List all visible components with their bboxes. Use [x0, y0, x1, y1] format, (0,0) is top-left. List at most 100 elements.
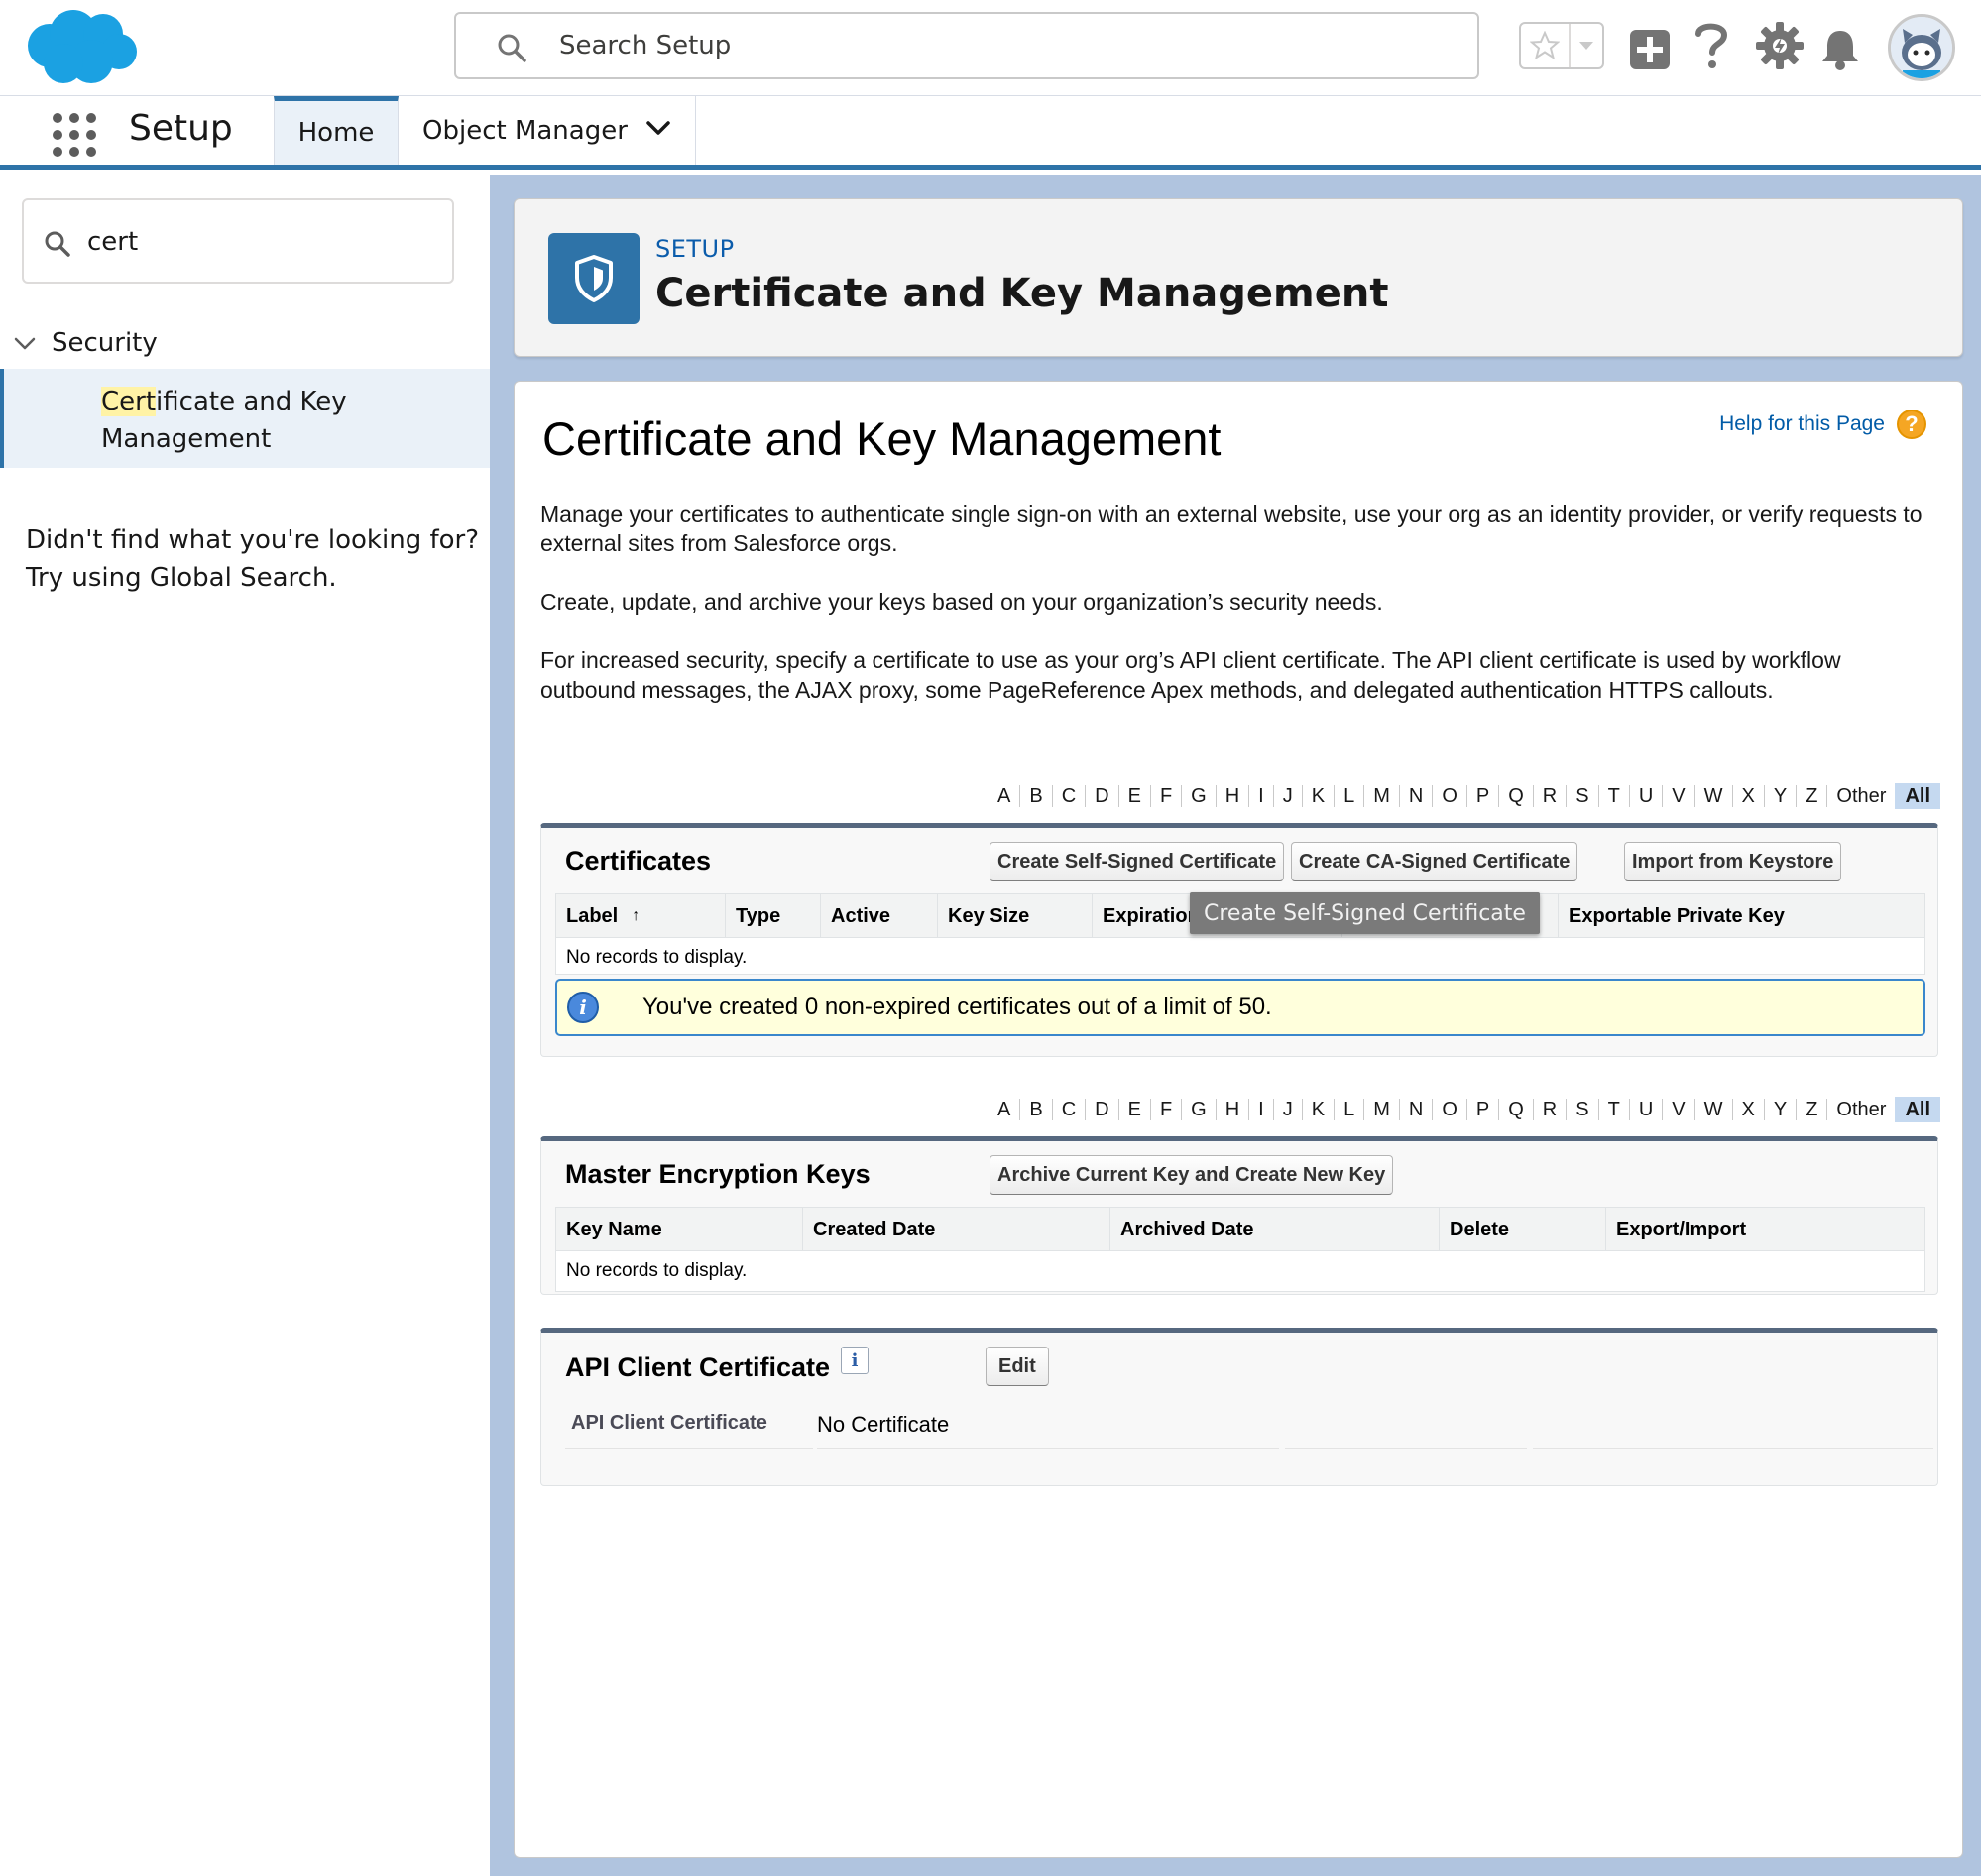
alpha-filter-t[interactable]: T [1599, 785, 1630, 807]
alpha-filter-o[interactable]: O [1433, 785, 1467, 807]
alpha-filter-c[interactable]: C [1053, 785, 1087, 807]
alpha-filter-d[interactable]: D [1086, 785, 1119, 807]
alpha-filter-y[interactable]: Y [1765, 1099, 1798, 1120]
alpha-filter-s[interactable]: S [1567, 1099, 1599, 1120]
api-client-certificate-block: API Client Certificate i Edit API Client… [540, 1328, 1938, 1486]
alpha-filter-t[interactable]: T [1599, 1099, 1630, 1120]
create-self-signed-certificate-button[interactable]: Create Self-Signed Certificate [990, 842, 1285, 881]
help-question-icon[interactable] [1693, 20, 1729, 71]
info-icon[interactable]: i [841, 1347, 869, 1374]
alpha-filter-other[interactable]: Other [1827, 1099, 1895, 1120]
alpha-filter-certificates: A B C D E F G H I J K L M N O P Q R S T U V W X Y Z Other All [989, 782, 1940, 810]
alpha-filter-m[interactable]: M [1364, 1099, 1400, 1120]
chevron-down-icon[interactable] [645, 118, 671, 138]
alpha-filter-p[interactable]: P [1467, 785, 1500, 807]
alpha-filter-h[interactable]: H [1217, 1099, 1250, 1120]
column-header-key-name[interactable]: Key Name [556, 1208, 802, 1251]
tree-item-certificate-and-key-management[interactable]: Certificate and Key Management [0, 369, 490, 468]
alpha-filter-x[interactable]: X [1733, 1099, 1765, 1120]
alpha-filter-x[interactable]: X [1733, 785, 1765, 807]
alpha-filter-all[interactable]: All [1895, 783, 1940, 809]
tab-object-manager[interactable]: Object Manager [399, 96, 696, 165]
salesforce-logo[interactable] [22, 6, 141, 87]
alpha-filter-e[interactable]: E [1119, 1099, 1151, 1120]
global-header [0, 0, 1981, 96]
column-header-archived-date[interactable]: Archived Date [1109, 1208, 1439, 1251]
alpha-filter-n[interactable]: N [1400, 1099, 1434, 1120]
alpha-filter-z[interactable]: Z [1797, 785, 1828, 807]
alpha-filter-z[interactable]: Z [1797, 1099, 1828, 1120]
tab-home[interactable]: Home [274, 96, 399, 165]
help-link-text: Help for this Page [1719, 412, 1885, 435]
user-avatar[interactable] [1888, 14, 1955, 81]
favorites-star-button[interactable] [1521, 24, 1571, 67]
column-header-label[interactable]: Label ↑ [556, 894, 725, 938]
alpha-filter-j[interactable]: J [1274, 1099, 1303, 1120]
column-header-export-import[interactable]: Export/Import [1605, 1208, 1926, 1251]
alpha-filter-u[interactable]: U [1630, 1099, 1664, 1120]
quick-find-box[interactable] [22, 198, 454, 284]
alpha-filter-g[interactable]: G [1182, 785, 1217, 807]
favorites-menu-button[interactable] [1571, 24, 1602, 67]
api-client-certificate-title: API Client Certificate [565, 1352, 831, 1382]
alpha-filter-r[interactable]: R [1534, 1099, 1568, 1120]
alpha-filter-a[interactable]: A [989, 785, 1021, 807]
archive-current-key-button[interactable]: Archive Current Key and Create New Key [990, 1155, 1394, 1195]
global-search-input[interactable] [559, 24, 1452, 67]
alpha-filter-v[interactable]: V [1663, 1099, 1695, 1120]
alpha-filter-b[interactable]: B [1020, 785, 1053, 807]
alpha-filter-p[interactable]: P [1467, 1099, 1500, 1120]
notifications-bell-icon[interactable] [1820, 24, 1860, 75]
alpha-filter-n[interactable]: N [1400, 785, 1434, 807]
alpha-filter-l[interactable]: L [1335, 785, 1365, 807]
column-header-active[interactable]: Active [820, 894, 937, 938]
alpha-filter-r[interactable]: R [1534, 785, 1568, 807]
alpha-filter-g[interactable]: G [1182, 1099, 1217, 1120]
alpha-filter-i[interactable]: I [1249, 1099, 1274, 1120]
import-from-keystore-button[interactable]: Import from Keystore [1624, 842, 1842, 881]
alpha-filter-f[interactable]: F [1151, 785, 1183, 807]
global-search-box[interactable] [454, 12, 1479, 79]
alpha-filter-d[interactable]: D [1086, 1099, 1119, 1120]
alpha-filter-j[interactable]: J [1274, 785, 1303, 807]
alpha-filter-w[interactable]: W [1695, 1099, 1733, 1120]
alpha-filter-o[interactable]: O [1433, 1099, 1467, 1120]
column-header-type[interactable]: Type [725, 894, 820, 938]
create-ca-signed-certificate-button[interactable]: Create CA-Signed Certificate [1291, 842, 1578, 881]
edit-button[interactable]: Edit [986, 1347, 1049, 1386]
alpha-filter-other[interactable]: Other [1827, 785, 1895, 807]
global-actions-plus-icon[interactable] [1628, 24, 1672, 75]
alpha-filter-c[interactable]: C [1053, 1099, 1087, 1120]
alpha-filter-s[interactable]: S [1567, 785, 1599, 807]
column-header-delete[interactable]: Delete [1439, 1208, 1605, 1251]
alpha-filter-f[interactable]: F [1151, 1099, 1183, 1120]
alpha-filter-h[interactable]: H [1217, 785, 1250, 807]
astro-avatar-icon [1891, 17, 1952, 78]
alpha-filter-y[interactable]: Y [1765, 785, 1798, 807]
description-paragraph-1: Manage your certificates to authenticate… [540, 501, 1923, 556]
chevron-down-icon[interactable] [14, 335, 36, 351]
alpha-filter-q[interactable]: Q [1499, 1099, 1534, 1120]
help-for-this-page-link[interactable]: Help for this Page ? [1719, 410, 1926, 439]
column-header-created-date[interactable]: Created Date [802, 1208, 1109, 1251]
alpha-filter-b[interactable]: B [1020, 1099, 1053, 1120]
alpha-filter-v[interactable]: V [1663, 785, 1695, 807]
alpha-filter-e[interactable]: E [1119, 785, 1151, 807]
quick-find-input[interactable] [87, 220, 434, 264]
alpha-filter-all[interactable]: All [1895, 1097, 1940, 1122]
setup-gear-icon[interactable] [1755, 20, 1805, 71]
alpha-filter-l[interactable]: L [1335, 1099, 1365, 1120]
alpha-filter-k[interactable]: K [1303, 785, 1336, 807]
alpha-filter-w[interactable]: W [1695, 785, 1733, 807]
alpha-filter-m[interactable]: M [1364, 785, 1400, 807]
alpha-filter-a[interactable]: A [989, 1099, 1021, 1120]
sidebar-not-found-line1: Didn't find what you're looking for? [26, 526, 480, 555]
app-launcher-icon[interactable] [52, 112, 97, 158]
column-header-exportable-private-key[interactable]: Exportable Private Key [1558, 894, 1926, 938]
column-header-key-size[interactable]: Key Size [937, 894, 1092, 938]
alpha-filter-q[interactable]: Q [1499, 785, 1534, 807]
alpha-filter-u[interactable]: U [1630, 785, 1664, 807]
alpha-filter-k[interactable]: K [1303, 1099, 1336, 1120]
alpha-filter-i[interactable]: I [1249, 785, 1274, 807]
tree-node-security[interactable]: Security [0, 315, 490, 371]
